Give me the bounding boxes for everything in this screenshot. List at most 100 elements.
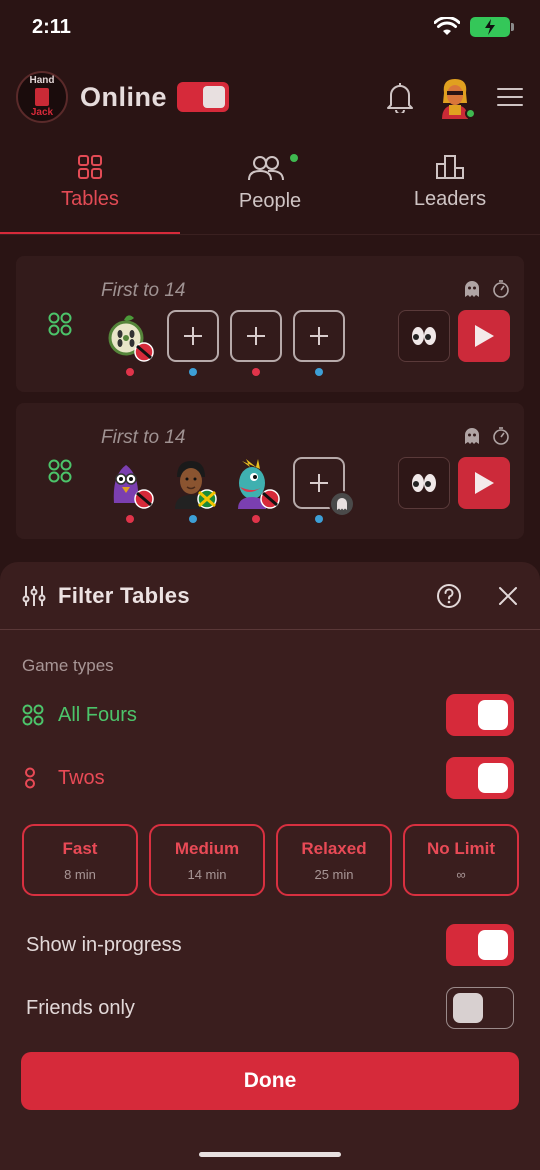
team-dot-blue <box>315 515 323 523</box>
tab-tables-label: Tables <box>61 188 119 210</box>
play-icon <box>475 472 494 494</box>
speed-medium-button[interactable]: Medium 14 min <box>149 824 265 896</box>
seat-empty[interactable] <box>230 310 282 376</box>
help-icon[interactable] <box>436 583 462 609</box>
eyes-icon <box>412 327 436 345</box>
app-logo: Hand Jack <box>16 71 68 123</box>
speed-fast-button[interactable]: Fast 8 min <box>22 824 138 896</box>
add-player-button[interactable] <box>230 310 282 362</box>
speed-name: Medium <box>174 838 240 858</box>
ghost-icon <box>465 428 479 444</box>
all-fours-icon <box>48 312 72 336</box>
sliders-icon <box>22 585 46 606</box>
home-indicator <box>199 1152 341 1157</box>
people-icon <box>248 154 298 181</box>
speed-time: 8 min <box>64 866 96 882</box>
spectate-button[interactable] <box>398 457 450 509</box>
sheet-title: Filter Tables <box>58 582 190 608</box>
toggle-knob <box>478 930 508 960</box>
seat-filled[interactable] <box>104 310 156 376</box>
all-fours-toggle[interactable] <box>446 694 514 736</box>
seat-filled[interactable] <box>104 457 156 523</box>
tab-tables[interactable]: Tables <box>0 146 180 236</box>
tab-leaders-label: Leaders <box>413 188 487 210</box>
speed-name: Fast <box>62 838 98 858</box>
filter-sheet: Filter Tables Game types All Fours Twos … <box>0 562 540 1170</box>
friends-only-label: Friends only <box>26 996 135 1019</box>
online-toggle[interactable] <box>177 82 230 112</box>
person-avatar-icon <box>175 461 217 509</box>
twos-label: Twos <box>58 766 105 789</box>
game-type-row-twos: Twos <box>22 757 514 799</box>
main-tabs: Tables People Leaders <box>0 146 540 236</box>
friends-only-toggle[interactable] <box>446 987 514 1029</box>
seat-empty[interactable] <box>167 310 219 376</box>
wifi-icon <box>434 17 460 35</box>
online-label: Online <box>80 81 168 112</box>
menu-icon[interactable] <box>496 86 524 108</box>
team-dot-red <box>126 368 134 376</box>
ghost-icon <box>465 281 479 297</box>
seats <box>104 457 355 523</box>
logo-text-bottom: Jack <box>30 107 54 118</box>
seat-empty[interactable] <box>293 457 355 523</box>
seat-empty[interactable] <box>293 310 345 376</box>
table-title: First to 14 <box>101 280 186 301</box>
add-player-button[interactable] <box>167 310 219 362</box>
spectate-button[interactable] <box>398 310 450 362</box>
team-dot-red <box>126 515 134 523</box>
people-indicator-dot <box>290 154 298 162</box>
toggle-knob <box>203 86 226 108</box>
table-card[interactable]: First to 14 <box>16 256 524 392</box>
speed-no-limit-button[interactable]: No Limit ∞ <box>403 824 519 896</box>
app-header: Hand Jack Online <box>0 64 540 130</box>
table-indicators <box>464 280 510 298</box>
plus-icon <box>310 327 328 345</box>
show-in-progress-toggle[interactable] <box>446 924 514 966</box>
sheet-header: Filter Tables <box>0 562 540 630</box>
seat-filled[interactable] <box>230 457 282 523</box>
add-player-button[interactable] <box>293 310 345 362</box>
card-icon <box>35 88 49 106</box>
toggle-knob <box>478 700 508 730</box>
table-card[interactable]: First to 14 <box>16 403 524 539</box>
plus-icon <box>184 327 202 345</box>
seats <box>104 310 345 376</box>
toggle-knob <box>478 763 508 793</box>
bell-icon[interactable] <box>386 81 414 113</box>
done-button[interactable]: Done <box>21 1052 519 1110</box>
purple-bird-avatar-icon <box>113 465 154 509</box>
plus-icon <box>247 327 265 345</box>
team-dot-red <box>252 515 260 523</box>
user-avatar[interactable] <box>436 75 476 119</box>
seat-filled[interactable] <box>167 457 219 523</box>
table-title: First to 14 <box>101 427 186 448</box>
sheet-header-actions <box>436 583 518 609</box>
table-indicators <box>464 427 510 445</box>
team-dot-blue <box>189 368 197 376</box>
twos-toggle[interactable] <box>446 757 514 799</box>
speed-time: ∞ <box>456 866 466 882</box>
online-status-dot <box>465 108 476 119</box>
timer-icon <box>493 427 509 445</box>
close-icon[interactable] <box>498 586 518 606</box>
all-fours-icon <box>48 459 72 483</box>
show-in-progress-label: Show in-progress <box>26 933 182 956</box>
ghost-badge-icon <box>329 491 355 517</box>
join-table-button[interactable] <box>458 457 510 509</box>
all-fours-icon <box>22 704 44 726</box>
status-bar: 2:11 <box>0 0 540 54</box>
section-label: Game types <box>22 656 114 675</box>
speed-relaxed-button[interactable]: Relaxed 25 min <box>276 824 392 896</box>
tab-people-label: People <box>238 190 302 212</box>
tab-leaders[interactable]: Leaders <box>360 146 540 236</box>
fish-avatar-icon <box>238 459 280 509</box>
status-icons <box>434 17 514 37</box>
speed-name: No Limit <box>427 838 495 858</box>
join-table-button[interactable] <box>458 310 510 362</box>
status-time: 2:11 <box>32 15 71 38</box>
grid-icon <box>78 155 102 179</box>
tab-people[interactable]: People <box>180 146 360 236</box>
eyes-icon <box>412 474 436 492</box>
team-dot-blue <box>189 515 197 523</box>
